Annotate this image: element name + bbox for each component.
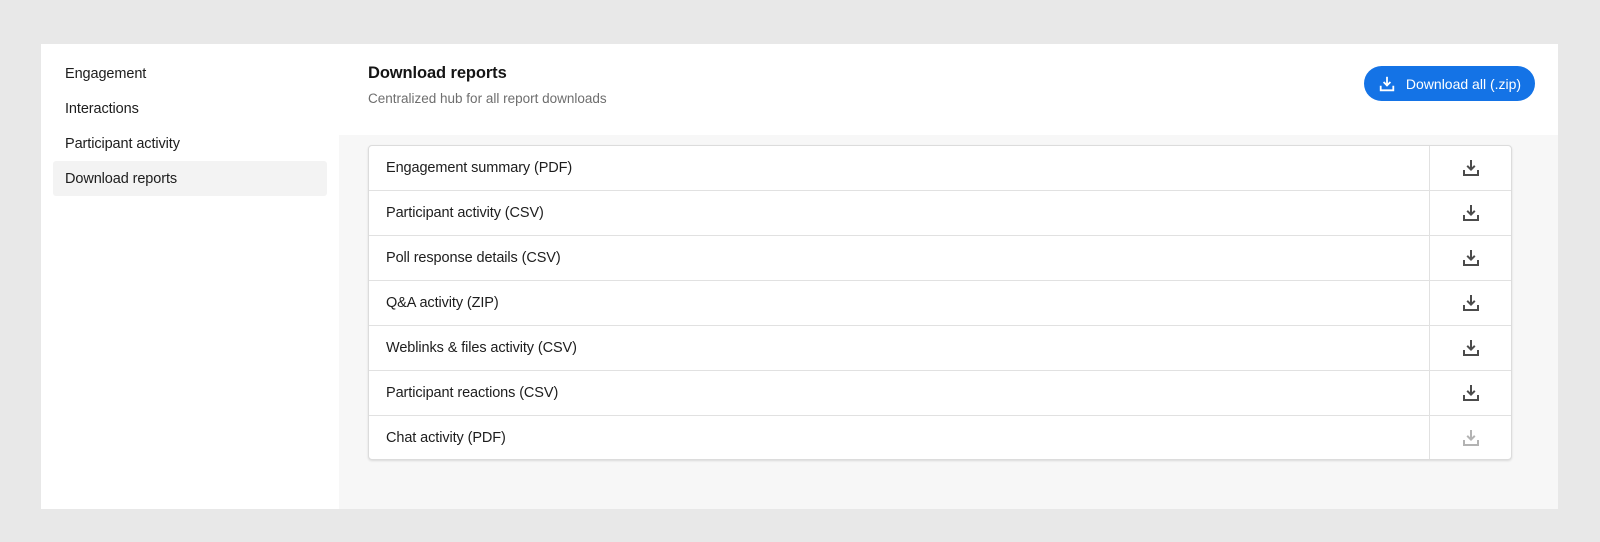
table-row: Poll response details (CSV) bbox=[369, 236, 1511, 281]
download-report-button[interactable] bbox=[1429, 371, 1511, 415]
table-row: Participant activity (CSV) bbox=[369, 191, 1511, 236]
table-row: Chat activity (PDF) bbox=[369, 416, 1511, 459]
main-content: Download reports Centralized hub for all… bbox=[339, 44, 1558, 509]
sidebar-item-engagement[interactable]: Engagement bbox=[53, 56, 327, 91]
download-icon bbox=[1462, 295, 1479, 311]
sidebar-item-download-reports[interactable]: Download reports bbox=[53, 161, 327, 196]
download-icon bbox=[1462, 340, 1479, 356]
table-row: Engagement summary (PDF) bbox=[369, 146, 1511, 191]
download-report-button[interactable] bbox=[1429, 326, 1511, 370]
report-name: Engagement summary (PDF) bbox=[386, 160, 573, 176]
download-icon bbox=[1462, 205, 1479, 221]
download-icon bbox=[1462, 385, 1479, 401]
download-icon bbox=[1462, 429, 1479, 446]
app-frame: Engagement Interactions Participant acti… bbox=[41, 44, 1558, 509]
report-name: Q&A activity (ZIP) bbox=[386, 295, 499, 311]
download-icon bbox=[1462, 250, 1479, 266]
download-report-button bbox=[1429, 416, 1511, 459]
report-name: Chat activity (PDF) bbox=[386, 429, 506, 446]
reports-table: Engagement summary (PDF) Participant act… bbox=[368, 145, 1512, 460]
report-name: Participant activity (CSV) bbox=[386, 205, 544, 221]
table-row: Q&A activity (ZIP) bbox=[369, 281, 1511, 326]
report-name: Weblinks & files activity (CSV) bbox=[386, 340, 577, 356]
page-header: Download reports Centralized hub for all… bbox=[339, 44, 1558, 135]
sidebar: Engagement Interactions Participant acti… bbox=[41, 44, 339, 509]
table-row: Weblinks & files activity (CSV) bbox=[369, 326, 1511, 371]
download-icon bbox=[1462, 160, 1479, 176]
download-icon bbox=[1379, 76, 1395, 91]
table-row: Participant reactions (CSV) bbox=[369, 371, 1511, 416]
download-report-button[interactable] bbox=[1429, 281, 1511, 325]
download-report-button[interactable] bbox=[1429, 236, 1511, 280]
download-report-button[interactable] bbox=[1429, 146, 1511, 190]
download-all-button[interactable]: Download all (.zip) bbox=[1364, 66, 1535, 101]
sidebar-item-interactions[interactable]: Interactions bbox=[53, 91, 327, 126]
report-name: Participant reactions (CSV) bbox=[386, 385, 559, 401]
report-name: Poll response details (CSV) bbox=[386, 250, 561, 266]
download-report-button[interactable] bbox=[1429, 191, 1511, 235]
download-all-label: Download all (.zip) bbox=[1405, 75, 1522, 92]
sidebar-item-participant-activity[interactable]: Participant activity bbox=[53, 126, 327, 161]
